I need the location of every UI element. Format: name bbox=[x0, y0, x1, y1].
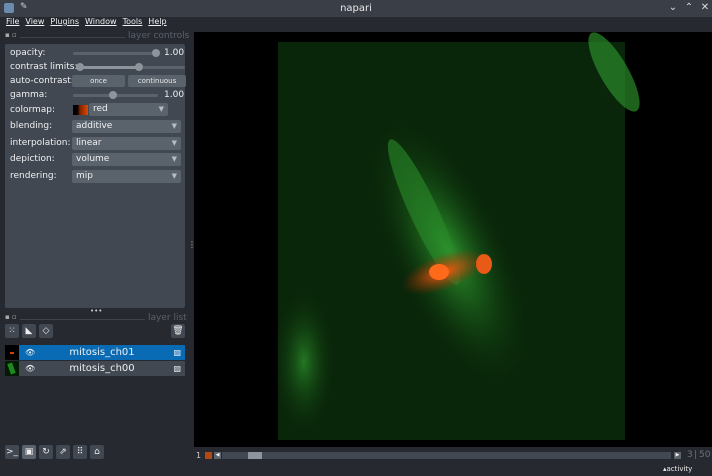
layer-item[interactable]: 👁 mitosis_ch01 ▨ bbox=[5, 345, 185, 360]
opacity-label: opacity: bbox=[10, 48, 46, 58]
transpose-button[interactable]: ⇗ bbox=[56, 445, 70, 459]
dims-total: 50 bbox=[699, 450, 711, 460]
colormap-label: colormap: bbox=[10, 105, 56, 115]
rendering-dropdown[interactable]: mip ▼ bbox=[72, 170, 181, 183]
image-layer-icon: ▨ bbox=[173, 364, 181, 373]
menu-file[interactable]: File bbox=[6, 17, 19, 30]
activity-button[interactable]: ▴activity bbox=[663, 465, 692, 473]
layer-controls-panel: opacity: 1.00 contrast limits: auto-cont… bbox=[5, 44, 186, 308]
depiction-dropdown[interactable]: volume ▼ bbox=[72, 153, 181, 166]
shapes-icon: ◣ bbox=[25, 326, 33, 336]
roll-icon: ↻ bbox=[42, 447, 50, 457]
trash-icon: 🗑 bbox=[172, 326, 184, 336]
chevron-down-icon: ▼ bbox=[171, 155, 177, 163]
menu-bar: File View Plugins Window Tools Help bbox=[0, 17, 712, 30]
layer-thumbnail bbox=[5, 361, 19, 376]
contrast-limits-label: contrast limits: bbox=[10, 62, 78, 72]
image-render bbox=[274, 32, 640, 440]
menu-tools[interactable]: Tools bbox=[123, 17, 143, 30]
colormap-value: red bbox=[93, 104, 108, 114]
home-button[interactable]: ⌂ bbox=[90, 445, 104, 459]
activity-label: activity bbox=[666, 465, 693, 473]
auto-contrast-label: auto-contrast: bbox=[10, 76, 74, 86]
roll-dims-button[interactable]: ↻ bbox=[39, 445, 53, 459]
depiction-label: depiction: bbox=[10, 154, 55, 164]
gamma-value: 1.00 bbox=[164, 90, 185, 100]
cube-icon: ▣ bbox=[24, 447, 34, 457]
label-tag-icon: ◇ bbox=[42, 326, 50, 336]
divider bbox=[20, 319, 145, 320]
gamma-label: gamma: bbox=[10, 90, 48, 100]
chevron-down-icon: ▼ bbox=[158, 105, 164, 113]
chromosome bbox=[429, 264, 449, 280]
step-back-button[interactable]: ◀ bbox=[214, 452, 221, 459]
skip-forward-icon: ▶ bbox=[675, 452, 680, 458]
grid-icon: ⠿ bbox=[76, 447, 84, 457]
dock-float-icon[interactable]: ▪ ▫ bbox=[5, 313, 17, 321]
skip-back-icon: ◀ bbox=[215, 452, 220, 458]
splitter-handle[interactable]: ••• bbox=[90, 307, 102, 315]
chevron-down-icon: ▼ bbox=[171, 139, 177, 147]
layer-name: mitosis_ch00 bbox=[69, 363, 135, 374]
opacity-value: 1.00 bbox=[164, 48, 185, 58]
maximize-button[interactable]: ⌃ bbox=[683, 2, 695, 13]
layer-controls-title: layer controls bbox=[128, 31, 190, 41]
menu-view[interactable]: View bbox=[25, 17, 44, 30]
dims-slider[interactable] bbox=[222, 452, 671, 459]
once-button[interactable]: once bbox=[72, 75, 125, 87]
dock-float-icon[interactable]: ▪ ▫ bbox=[5, 31, 17, 39]
cell-edge-green bbox=[274, 292, 334, 432]
rendering-label: rendering: bbox=[10, 171, 57, 181]
contrast-limits-slider[interactable] bbox=[76, 63, 185, 71]
layer-item[interactable]: 👁 mitosis_ch00 ▨ bbox=[5, 361, 185, 376]
minimize-button[interactable]: ⌄ bbox=[667, 2, 679, 13]
image-layer-icon: ▨ bbox=[173, 348, 181, 357]
chromosome bbox=[476, 254, 492, 274]
slider-thumb[interactable] bbox=[248, 452, 262, 459]
interpolation-dropdown[interactable]: linear ▼ bbox=[72, 137, 181, 150]
new-points-layer-button[interactable]: ⁙ bbox=[5, 324, 19, 338]
title-bar: ✎ napari ⌄ ⌃ ✕ bbox=[0, 0, 712, 17]
delete-layer-button[interactable]: 🗑 bbox=[171, 324, 185, 338]
interpolation-label: interpolation: bbox=[10, 138, 71, 148]
dims-separator: | bbox=[694, 450, 698, 460]
menu-window[interactable]: Window bbox=[85, 17, 117, 30]
interpolation-value: linear bbox=[76, 138, 102, 148]
blending-dropdown[interactable]: additive ▼ bbox=[72, 120, 181, 133]
gamma-slider[interactable] bbox=[73, 91, 158, 99]
ndisplay-toggle-button[interactable]: ▣ bbox=[22, 445, 36, 459]
new-labels-layer-button[interactable]: ◇ bbox=[39, 324, 53, 338]
rendering-value: mip bbox=[76, 171, 93, 181]
menu-help[interactable]: Help bbox=[148, 17, 166, 30]
close-button[interactable]: ✕ bbox=[699, 2, 711, 13]
continuous-button[interactable]: continuous bbox=[128, 75, 186, 87]
chevron-down-icon: ▼ bbox=[171, 122, 177, 130]
layer-name: mitosis_ch01 bbox=[69, 347, 135, 358]
console-button[interactable]: >_ bbox=[5, 445, 19, 459]
menu-plugins[interactable]: Plugins bbox=[50, 17, 79, 30]
depiction-value: volume bbox=[76, 154, 110, 164]
grid-view-button[interactable]: ⠿ bbox=[73, 445, 87, 459]
viewer-canvas[interactable] bbox=[194, 32, 712, 447]
layer-thumbnail bbox=[5, 345, 19, 360]
divider bbox=[20, 37, 125, 38]
step-forward-button[interactable]: ▶ bbox=[674, 452, 681, 459]
play-button[interactable] bbox=[205, 452, 212, 459]
blending-value: additive bbox=[76, 121, 113, 131]
opacity-slider[interactable] bbox=[73, 49, 160, 57]
colormap-dropdown[interactable]: red ▼ bbox=[89, 103, 168, 116]
terminal-icon: >_ bbox=[5, 447, 19, 457]
blending-label: blending: bbox=[10, 121, 53, 131]
home-icon: ⌂ bbox=[94, 447, 100, 457]
window-title: napari bbox=[340, 3, 372, 14]
chevron-down-icon: ▼ bbox=[171, 172, 177, 180]
layer-list-title: layer list bbox=[148, 313, 187, 323]
dims-current[interactable]: 3 bbox=[687, 450, 693, 460]
points-icon: ⁙ bbox=[8, 326, 16, 336]
transpose-icon: ⇗ bbox=[59, 447, 67, 457]
dims-axis-label: 1 bbox=[196, 451, 202, 460]
new-shapes-layer-button[interactable]: ◣ bbox=[22, 324, 36, 338]
colormap-swatch bbox=[73, 105, 88, 115]
